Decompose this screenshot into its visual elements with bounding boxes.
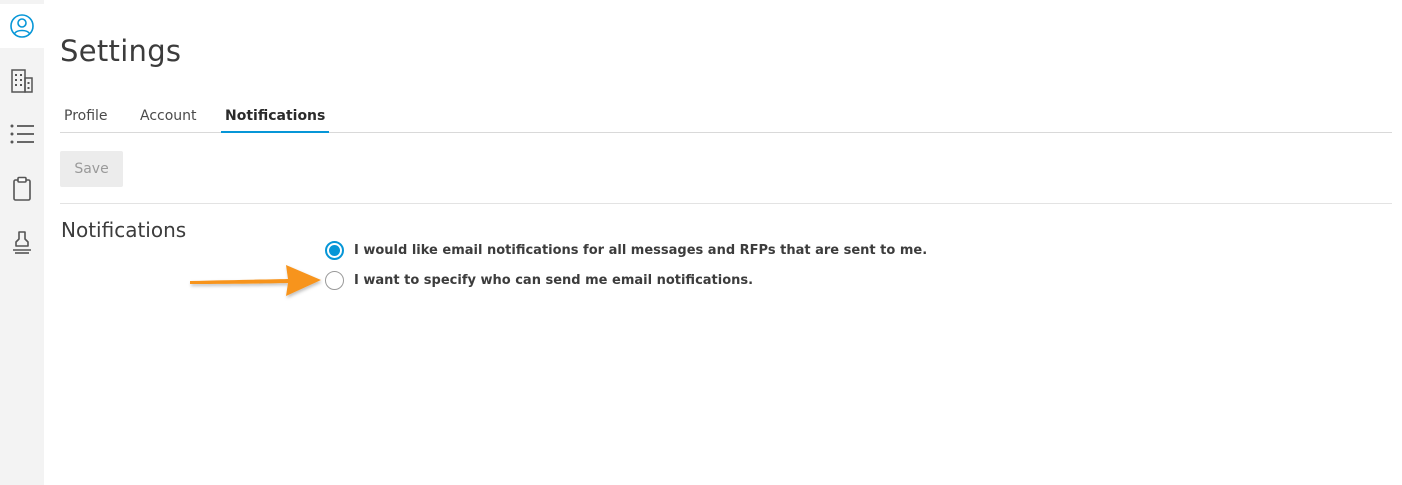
save-button[interactable]: Save <box>60 151 123 187</box>
radio-button-checked[interactable] <box>325 241 344 260</box>
list-icon <box>10 124 34 144</box>
left-nav-sidebar <box>0 0 44 485</box>
stamp-icon <box>13 231 31 254</box>
clipboard-icon <box>13 176 31 201</box>
tab-notifications[interactable]: Notifications <box>221 104 330 133</box>
tab-profile[interactable]: Profile <box>60 104 112 133</box>
sidebar-item-profile[interactable] <box>0 4 44 48</box>
radio-label: I would like email notifications for all… <box>354 243 928 258</box>
section-divider <box>60 203 1392 204</box>
sidebar-item-companies[interactable] <box>0 59 44 103</box>
sidebar-item-clipboard[interactable] <box>0 167 44 211</box>
settings-tabs: Profile Account Notifications <box>60 104 1392 133</box>
sidebar-item-list[interactable] <box>0 112 44 156</box>
building-icon <box>11 69 33 93</box>
radio-option-all-notifications[interactable]: I would like email notifications for all… <box>325 241 927 260</box>
radio-button-unchecked[interactable] <box>325 271 344 290</box>
tab-account[interactable]: Account <box>136 104 201 133</box>
sidebar-item-stamp[interactable] <box>0 220 44 264</box>
orange-arrow-icon <box>190 265 321 296</box>
section-title: Notifications <box>61 218 187 242</box>
page-title: Settings <box>60 34 182 68</box>
radio-option-specify-senders[interactable]: I want to specify who can send me email … <box>325 271 753 290</box>
radio-label: I want to specify who can send me email … <box>354 273 754 288</box>
user-circle-icon <box>10 14 34 38</box>
